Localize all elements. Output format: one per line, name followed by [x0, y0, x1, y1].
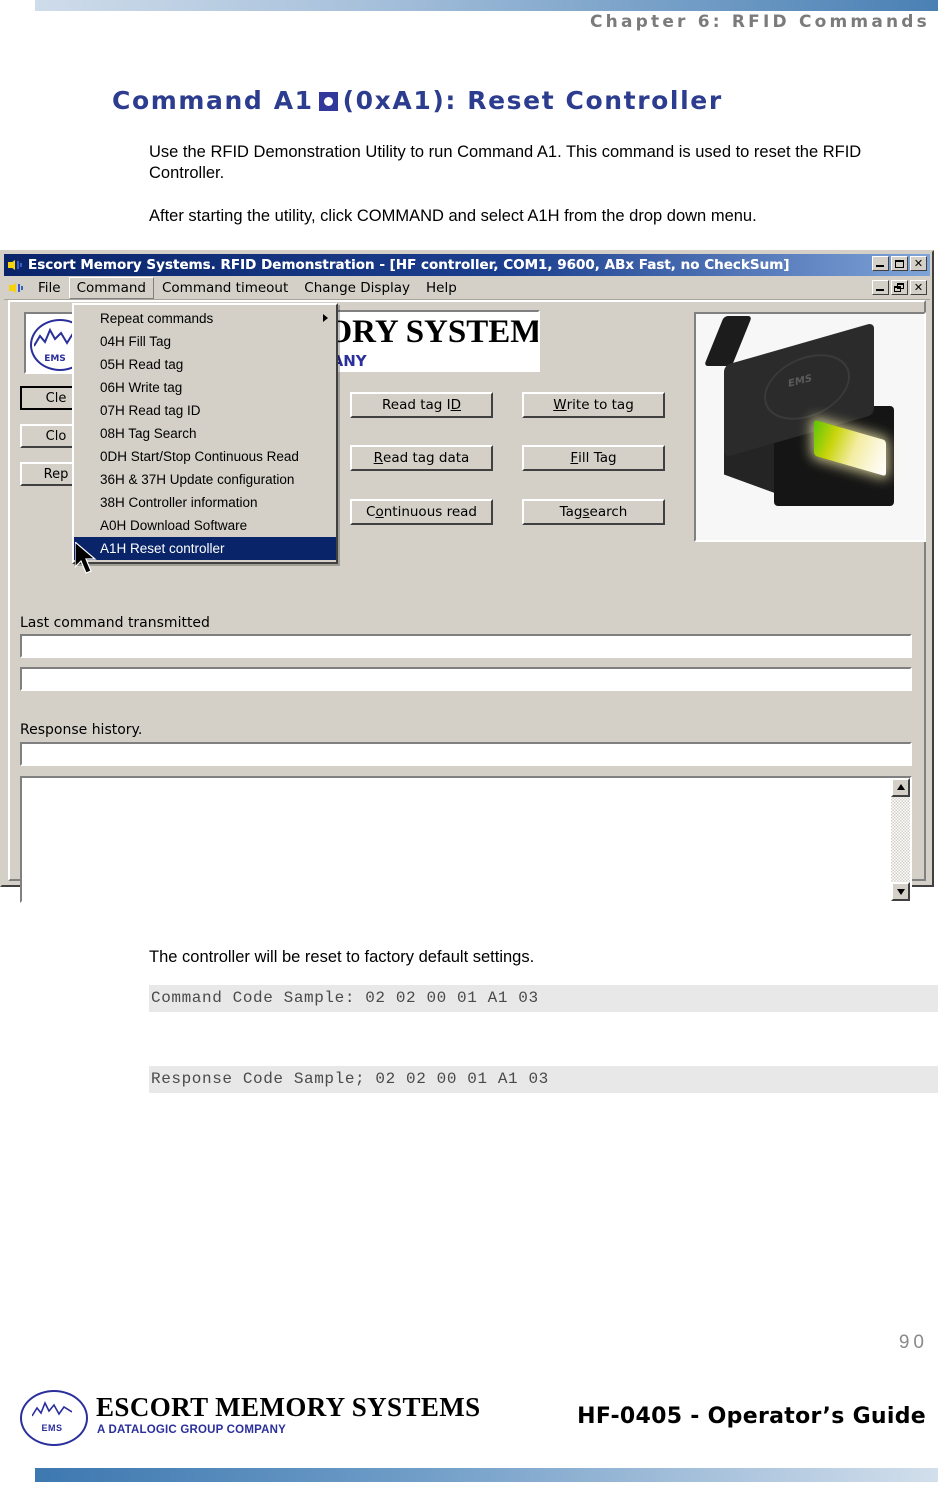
menu-item-05h-read-tag[interactable]: 05H Read tag	[74, 353, 336, 376]
footer-tagline: A DATALOGIC GROUP COMPANY	[97, 1424, 286, 1436]
footer-ems-logo: EMS	[18, 1390, 88, 1446]
window-maximize-button[interactable]	[891, 256, 908, 271]
response-history-log[interactable]	[20, 776, 912, 903]
chapter-header: Chapter 6: RFID Commands	[589, 12, 930, 32]
write-to-tag-button[interactable]: Write to tag	[522, 392, 665, 418]
menu-change-display[interactable]: Change Display	[296, 277, 418, 299]
submenu-arrow-icon	[323, 314, 328, 322]
mdi-restore-button[interactable]	[891, 280, 908, 295]
last-command-input-1[interactable]	[20, 634, 912, 658]
rfid-antenna-photo: EMS	[694, 312, 926, 542]
menu-file[interactable]: File	[30, 277, 69, 299]
footer-guide-title: HF-0405 - Operator’s Guide	[577, 1404, 926, 1429]
scroll-down-arrow-icon[interactable]	[891, 882, 910, 901]
page-bottom-accent-bar	[35, 1468, 938, 1482]
menu-item-08h-tag-search[interactable]: 08H Tag Search	[74, 422, 336, 445]
window-title-text: Escort Memory Systems. RFID Demonstratio…	[28, 257, 790, 273]
mouse-cursor-icon	[75, 542, 97, 574]
footer-waveform-icon	[32, 1401, 72, 1417]
response-code-sample: Response Code Sample; 02 02 00 01 A1 03	[149, 1066, 938, 1093]
result-paragraph: The controller will be reset to factory …	[149, 948, 535, 966]
page-title: Command A1 (0xA1): Reset Controller	[112, 86, 723, 115]
menu-bar: File Command Command timeout Change Disp…	[4, 277, 930, 300]
read-tag-data-button[interactable]: Read tag data	[350, 445, 493, 471]
menu-item-0dh-start-stop-continuous-read[interactable]: 0DH Start/Stop Continuous Read	[74, 445, 336, 468]
window-minimize-button[interactable]	[872, 256, 889, 271]
response-history-label: Response history.	[20, 722, 143, 738]
response-history-input[interactable]	[20, 742, 912, 766]
page-number: 90	[898, 1332, 928, 1353]
window-close-button[interactable]: ✕	[910, 256, 927, 271]
instruction-paragraph: After starting the utility, click COMMAN…	[149, 207, 757, 225]
menubar-speaker-icon	[9, 281, 25, 295]
mdi-child-control-buttons: ✕	[872, 280, 927, 295]
menu-item-06h-write-tag[interactable]: 06H Write tag	[74, 376, 336, 399]
menu-item-04h-fill-tag[interactable]: 04H Fill Tag	[74, 330, 336, 353]
mdi-minimize-button[interactable]	[872, 280, 889, 295]
page-title-tail: (0xA1): Reset Controller	[342, 86, 723, 115]
footer-logo-text: EMS	[41, 1423, 63, 1433]
read-tag-id-button[interactable]: Read tag ID	[350, 392, 493, 418]
menu-item-a0h-download-software[interactable]: A0H Download Software	[74, 514, 336, 537]
command-dropdown-menu: Repeat commands 04H Fill Tag 05H Read ta…	[72, 303, 338, 564]
menu-item-07h-read-tag-id[interactable]: 07H Read tag ID	[74, 399, 336, 422]
mdi-close-button[interactable]: ✕	[910, 280, 927, 295]
intro-paragraph: Use the RFID Demonstration Utility to ru…	[149, 143, 862, 183]
menu-help[interactable]: Help	[418, 277, 465, 299]
missing-glyph-icon	[318, 92, 338, 111]
response-history-scrollbar[interactable]	[891, 778, 910, 901]
footer-brand-name: ESCORT MEMORY SYSTEMS	[96, 1392, 481, 1422]
menu-item-label: Repeat commands	[100, 311, 214, 326]
menu-item-a1h-reset-controller[interactable]: A1H Reset controller	[74, 537, 336, 560]
last-command-input-2[interactable]	[20, 667, 912, 691]
fill-tag-button[interactable]: Fill Tag	[522, 445, 665, 471]
window-control-buttons: ✕	[872, 256, 927, 271]
page-top-accent-bar	[35, 0, 938, 11]
window-title-bar: Escort Memory Systems. RFID Demonstratio…	[4, 254, 930, 276]
tag-search-button[interactable]: Tag s earch	[522, 499, 665, 525]
scroll-up-arrow-icon[interactable]	[891, 778, 910, 797]
last-command-label: Last command transmitted	[20, 615, 210, 631]
continuous-read-button[interactable]: Co ntinuous read	[350, 499, 493, 525]
app-speaker-icon	[8, 258, 24, 272]
menu-item-36h-37h-update-configuration[interactable]: 36H & 37H Update configuration	[74, 468, 336, 491]
menu-item-38h-controller-information[interactable]: 38H Controller information	[74, 491, 336, 514]
page-title-main: Command A1	[112, 86, 314, 115]
menu-item-repeat-commands[interactable]: Repeat commands	[74, 307, 336, 330]
menu-command-timeout[interactable]: Command timeout	[154, 277, 296, 299]
menu-command[interactable]: Command	[68, 277, 154, 299]
command-code-sample: Command Code Sample: 02 02 00 01 A1 03	[149, 985, 938, 1012]
